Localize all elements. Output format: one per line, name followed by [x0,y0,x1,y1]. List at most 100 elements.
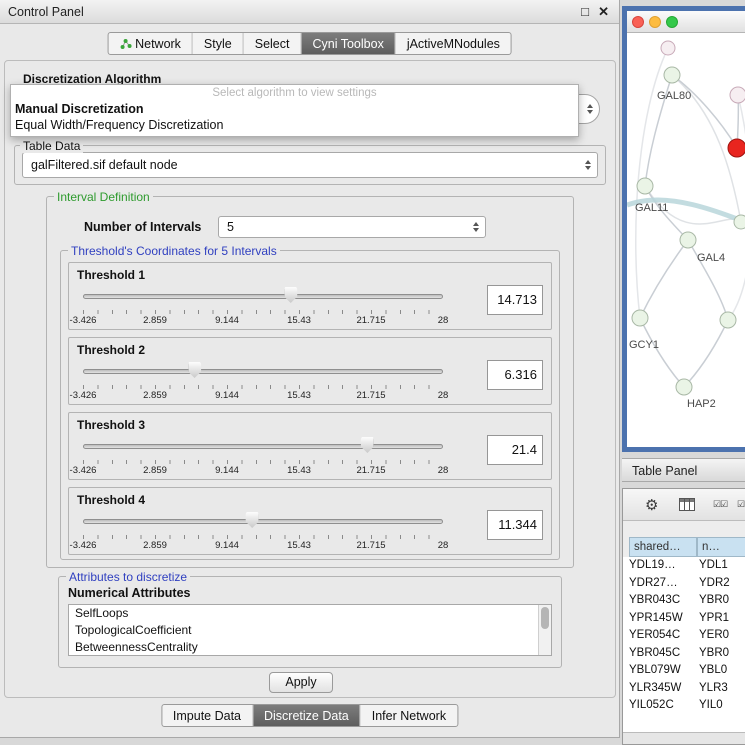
scale-label: 21.715 [356,315,385,326]
tab-infer-network[interactable]: Infer Network [360,705,457,726]
cell-name[interactable]: YIL0 [699,697,745,714]
network-node[interactable] [720,312,736,328]
network-node[interactable] [680,232,696,248]
tab-label: Impute Data [173,705,241,727]
cell-name[interactable]: YBR0 [699,645,745,662]
number-of-intervals-label: Number of Intervals [84,220,201,234]
scale-label: 28 [438,315,449,326]
threshold-value-field[interactable]: 11.344 [487,510,543,540]
horizontal-scrollbar[interactable] [623,732,745,744]
gear-icon[interactable]: ⚙ [645,496,658,514]
scale-label: 21.715 [356,540,385,551]
table-panel-header: Table Panel [622,458,745,482]
threshold-value-field[interactable]: 21.4 [487,435,543,465]
cell-shared-name[interactable]: YBL079W [629,662,695,679]
tab-style[interactable]: Style [192,33,243,54]
tab-impute-data[interactable]: Impute Data [162,705,252,726]
cell-name[interactable]: YDR2 [699,575,745,592]
column-header-name[interactable]: n… [697,537,745,557]
dropdown-option-manual-discretization[interactable]: Manual Discretization [11,101,578,117]
threshold-slider[interactable]: -3.426 2.859 9.144 15.43 21.715 28 [83,437,443,477]
slider-scale: -3.426 2.859 9.144 15.43 21.715 28 [83,315,443,326]
cell-shared-name[interactable]: YBR045C [629,645,695,662]
cell-shared-name[interactable]: YDR27… [629,575,695,592]
cell-shared-name[interactable]: YPR145W [629,610,695,627]
tab-discretize-data[interactable]: Discretize Data [252,705,360,726]
list-item[interactable]: TopologicalCoefficient [69,622,551,639]
network-node-selected[interactable] [728,139,745,157]
close-icon[interactable]: ✕ [598,4,609,20]
apply-button[interactable]: Apply [269,672,333,693]
list-scrollbar[interactable] [538,605,551,655]
table-row[interactable]: YDR27… YDR2 [623,575,745,593]
tab-jactivemnodules[interactable]: jActiveMNodules [395,33,511,54]
cell-shared-name[interactable]: YDL19… [629,557,695,574]
table-row[interactable]: YER054C YER0 [623,627,745,645]
table-row[interactable]: YLR345W YLR3 [623,680,745,698]
table-toolbar: ⚙ ☑☑ ☑☑ [623,489,745,521]
network-node[interactable] [676,379,692,395]
scrollbar-thumb[interactable] [541,607,549,629]
network-canvas[interactable]: GAL80 GAL11 GAL4 GCY1 HAP2 GA H [627,33,745,447]
cell-shared-name[interactable]: YBR043C [629,592,695,609]
slider-track[interactable] [83,369,443,374]
cell-name[interactable]: YLR3 [699,680,745,697]
table-data-combobox[interactable]: galFiltered.sif default node [22,152,598,178]
number-of-intervals-combobox[interactable]: 5 [218,216,486,238]
slider-thumb[interactable] [246,512,259,528]
select-mode-icon[interactable]: ☑☑ [737,499,745,510]
node-label: GAL11 [635,202,668,214]
network-node[interactable] [664,67,680,83]
float-window-icon[interactable]: □ [581,4,589,19]
threshold-panel-2: Threshold 2 -3.426 2.859 9.144 15.43 21.… [68,337,552,405]
table-row[interactable]: YBL079W YBL0 [623,662,745,680]
network-node[interactable] [632,310,648,326]
table-row[interactable]: YBR043C YBR0 [623,592,745,610]
cell-name[interactable]: YBL0 [699,662,745,679]
bottom-tab-bar: Impute Data Discretize Data Infer Networ… [161,704,458,727]
select-all-icon[interactable]: ☑☑ [713,499,727,510]
tab-select[interactable]: Select [243,33,301,54]
list-item[interactable]: SelfLoops [69,605,551,622]
tab-network[interactable]: Network [108,33,192,54]
threshold-slider[interactable]: -3.426 2.859 9.144 15.43 21.715 28 [83,362,443,402]
slider-track[interactable] [83,294,443,299]
cell-name[interactable]: YPR1 [699,610,745,627]
cell-name[interactable]: YDL1 [699,557,745,574]
network-node[interactable] [734,215,745,229]
threshold-value-field[interactable]: 6.316 [487,360,543,390]
table-row[interactable]: YPR145W YPR1 [623,610,745,628]
threshold-label: Threshold 1 [77,268,145,282]
column-header-shared-name[interactable]: shared… [629,537,697,557]
scale-label: -3.426 [70,315,97,326]
slider-track[interactable] [83,444,443,449]
slider-thumb[interactable] [188,362,201,378]
slider-thumb[interactable] [284,287,297,303]
table-row[interactable]: YBR045C YBR0 [623,645,745,663]
columns-icon[interactable] [679,498,695,511]
network-node[interactable] [730,87,745,103]
threshold-slider[interactable]: -3.426 2.859 9.144 15.43 21.715 28 [83,287,443,327]
cell-shared-name[interactable]: YLR345W [629,680,695,697]
table-row[interactable]: YIL052C YIL0 [623,697,745,715]
close-traffic-light-icon[interactable] [632,16,644,28]
dropdown-option-equal-width[interactable]: Equal Width/Frequency Discretization [11,117,578,133]
slider-thumb[interactable] [361,437,374,453]
scale-label: -3.426 [70,465,97,476]
slider-ticks [83,460,443,464]
list-item[interactable]: BetweennessCentrality [69,639,551,656]
minimize-traffic-light-icon[interactable] [649,16,661,28]
cell-name[interactable]: YER0 [699,627,745,644]
slider-track[interactable] [83,519,443,524]
threshold-slider[interactable]: -3.426 2.859 9.144 15.43 21.715 28 [83,512,443,552]
network-node[interactable] [637,178,653,194]
tab-cyni-toolbox[interactable]: Cyni Toolbox [300,33,394,54]
cell-name[interactable]: YBR0 [699,592,745,609]
network-node[interactable] [661,41,675,55]
table-panel-window: ⚙ ☑☑ ☑☑ shared… n… YDL19… YDL1 YDR27… YD… [622,488,745,745]
cell-shared-name[interactable]: YER054C [629,627,695,644]
threshold-value-field[interactable]: 14.713 [487,285,543,315]
table-row[interactable]: YDL19… YDL1 [623,557,745,575]
zoom-traffic-light-icon[interactable] [666,16,678,28]
cell-shared-name[interactable]: YIL052C [629,697,695,714]
